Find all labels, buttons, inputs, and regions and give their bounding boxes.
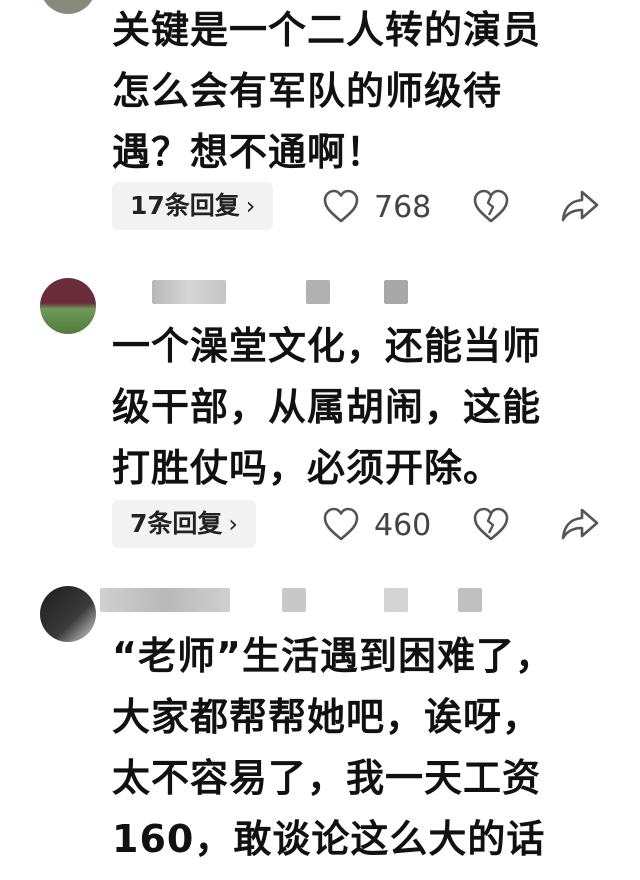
share-arrow-icon — [561, 508, 599, 540]
dislike-button[interactable] — [472, 188, 510, 228]
heart-outline-icon — [323, 189, 359, 223]
share-button[interactable] — [560, 188, 600, 228]
username-redacted — [306, 280, 330, 304]
reply-count-label: 17条回复 — [130, 191, 240, 220]
comment-actions: 7条回复 › 460 — [0, 500, 640, 550]
username-redacted — [384, 588, 408, 612]
username-redacted — [152, 280, 226, 304]
username-redacted — [100, 588, 230, 612]
chevron-right-icon: › — [245, 192, 256, 220]
avatar[interactable] — [40, 0, 96, 14]
comment-text: 关键是一个二人转的演员 怎么会有军队的师级待 遇？想不通啊！ — [112, 8, 542, 174]
reply-count-label: 7条回复 — [130, 509, 223, 538]
comment-text: “老师”生活遇到困难了， 大家都帮帮她吧，诶呀， 太不容易了，我一天工资 160… — [112, 634, 554, 861]
view-replies-button[interactable]: 7条回复 › — [112, 500, 257, 548]
heart-outline-icon — [323, 507, 359, 541]
view-replies-button[interactable]: 17条回复 › — [112, 182, 274, 230]
like-count: 460 — [374, 508, 432, 543]
comment-actions: 17条回复 › 768 — [0, 182, 640, 232]
avatar[interactable] — [40, 278, 96, 334]
comment-text: 一个澡堂文化，还能当师 级干部，从属胡闹，这能 打胜仗吗，必须开除。 — [112, 324, 542, 490]
chevron-right-icon: › — [228, 510, 239, 538]
username-redacted — [282, 588, 306, 612]
share-button[interactable] — [560, 506, 600, 546]
broken-heart-icon — [473, 189, 509, 223]
broken-heart-icon — [473, 507, 509, 541]
avatar[interactable] — [40, 586, 96, 642]
like-count: 768 — [374, 190, 432, 225]
username-redacted — [458, 588, 482, 612]
dislike-button[interactable] — [472, 506, 510, 546]
share-arrow-icon — [561, 190, 599, 222]
username-redacted — [384, 280, 408, 304]
